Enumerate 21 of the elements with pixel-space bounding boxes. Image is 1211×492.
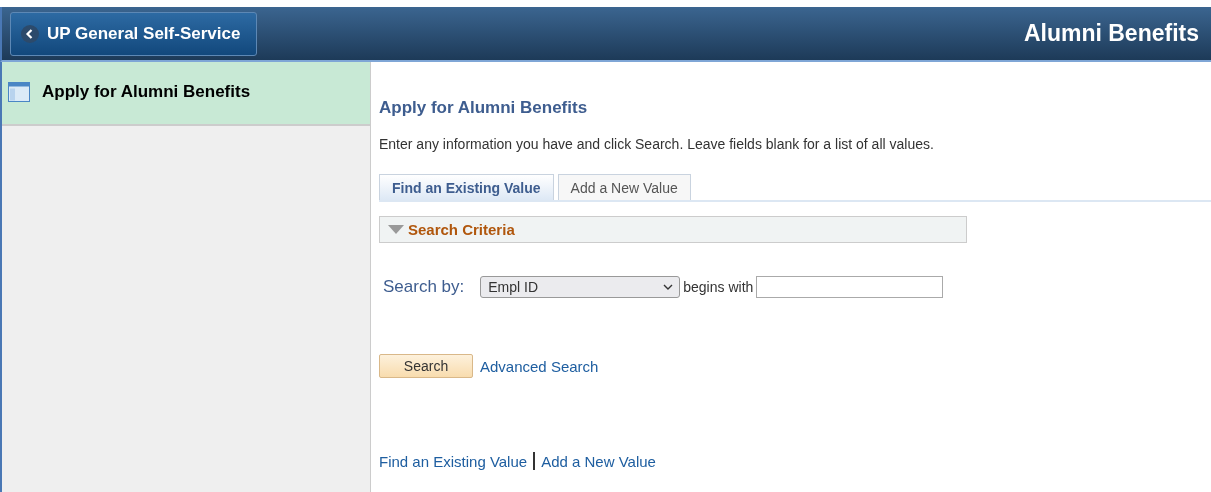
triangle-icon xyxy=(388,224,404,235)
tab[interactable]: Add a New Value xyxy=(557,174,691,200)
chevron-down-icon xyxy=(663,284,674,290)
back-button[interactable]: UP General Self-Service xyxy=(10,11,258,56)
footer-link[interactable]: Find an Existing Value xyxy=(379,452,528,470)
search-input-field[interactable] xyxy=(756,276,944,298)
instructions: Enter any information you have and click Search. Leave fields blank for a list of all values. xyxy=(379,136,935,152)
sidebar-item[interactable]: Apply for Alumni Benefits xyxy=(2,62,370,126)
window-icon xyxy=(8,82,30,102)
page-heading: Apply for Alumni Benefits xyxy=(379,98,589,118)
page-title: Alumni Benefits xyxy=(1023,20,1199,47)
tab[interactable]: Find an Existing Value xyxy=(379,174,554,200)
operator-label: begins with xyxy=(683,279,754,295)
section-title: Search Criteria xyxy=(408,221,515,238)
advanced-search-link[interactable]: Advanced Search xyxy=(480,357,599,375)
search-by-label: Search by: xyxy=(383,277,465,297)
search-by-dropdown[interactable]: Empl ID xyxy=(480,276,681,298)
search-button[interactable]: Search xyxy=(379,354,473,378)
back-icon xyxy=(21,24,39,43)
section-header[interactable]: Search Criteria xyxy=(379,216,967,243)
footer-link[interactable]: Add a New Value xyxy=(541,452,656,470)
